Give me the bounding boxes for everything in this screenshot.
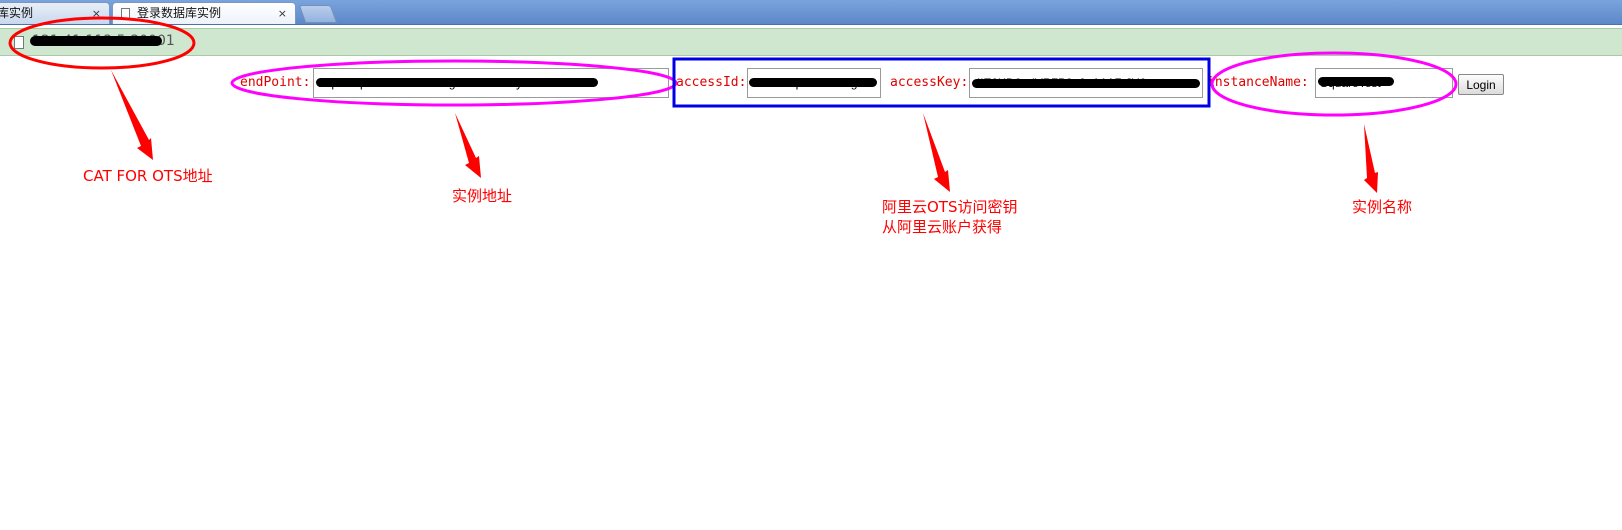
annotation-instance-name: 实例名称 [1352,198,1413,216]
annotation-access-key-line2: 从阿里云账户获得 [882,218,1003,236]
endpoint-highlight-ellipse [230,59,678,107]
annotation-overlay [8,16,1458,193]
arrow-instance-address [455,113,481,178]
access-credentials-highlight-box [672,57,1211,108]
annotation-access-key-line1: 阿里云OTS访问密钥 [882,198,1018,216]
address-highlight-ellipse [8,16,196,70]
annotation-instance-address: 实例地址 [452,187,513,205]
instance-highlight-ellipse [1210,51,1458,117]
arrow-instance-name [1364,124,1378,193]
annotation-cat-for-ots: CAT FOR OTS地址 [83,167,213,185]
arrow-cat-for-ots [111,70,153,160]
arrow-access-key [923,113,950,192]
